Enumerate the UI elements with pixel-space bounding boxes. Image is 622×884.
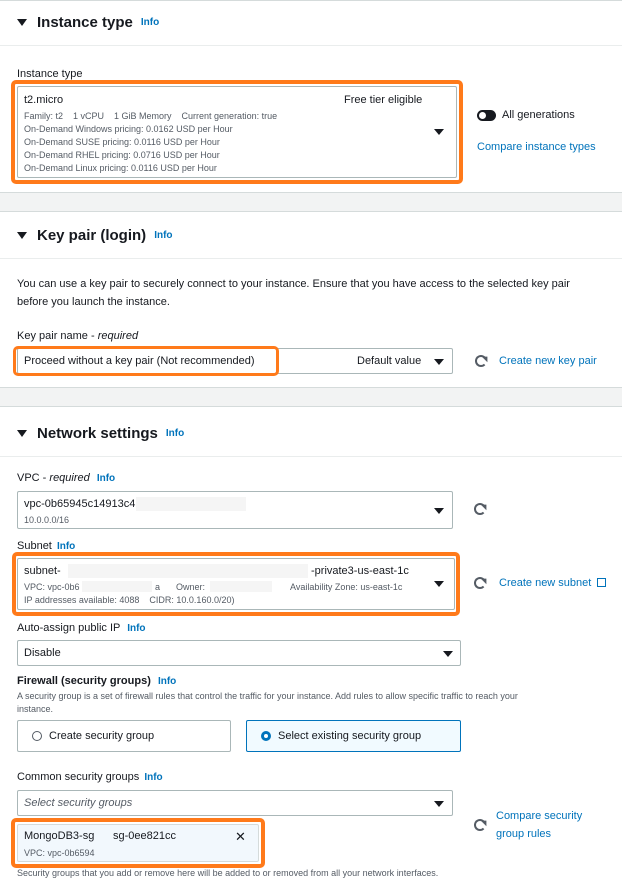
vpc-cidr: 10.0.0.0/16 [24,515,70,525]
firewall-label: Firewall (security groups) Info [17,675,176,687]
vpc-value: vpc-0b65945c14913c4 [24,498,136,510]
redacted-area [136,497,246,511]
chevron-down-icon[interactable] [434,508,444,514]
chevron-down-icon[interactable] [443,651,453,657]
create-security-group-option[interactable]: Create security group [17,720,231,752]
subnet-field-label: Subnet Info [17,540,75,552]
vpc-info-link[interactable]: Info [97,473,115,484]
compare-security-group-rules-link-2[interactable]: group rules [496,828,551,840]
auto-assign-ip-value: Disable [24,647,61,659]
collapse-triangle-icon[interactable] [17,231,27,239]
auto-assign-ip-info-link[interactable]: Info [127,623,145,634]
all-generations-toggle[interactable] [477,110,496,121]
auto-assign-ip-label-text: Auto-assign public IP [17,622,121,634]
network-settings-info-link[interactable]: Info [166,428,184,439]
instance-type-field-label: Instance type [17,68,83,80]
refresh-icon[interactable] [474,819,486,831]
key-pair-description: You can use a key pair to securely conne… [17,278,570,290]
security-groups-footer-note: Security groups that you add or remove h… [17,868,439,878]
radio-selected[interactable] [261,731,271,741]
vpc-select[interactable]: vpc-0b65945c14913c4 10.0.0.0/16 [17,491,453,529]
instance-type-title: Instance type [37,13,133,31]
subnet-label-text: Subnet [17,540,52,552]
firewall-description: A security group is a set of firewall ru… [17,691,518,701]
refresh-icon[interactable] [474,503,486,515]
all-generations-label: All generations [502,109,575,121]
collapse-triangle-icon[interactable] [17,18,27,26]
collapse-triangle-icon[interactable] [17,429,27,437]
key-pair-label-text: Key pair name - [17,330,98,342]
key-pair-header[interactable]: Key pair (login) Info [0,213,622,257]
required-marker: required [49,472,90,484]
highlight-subnet [12,552,460,616]
select-existing-security-group-label: Select existing security group [278,730,422,742]
chevron-down-icon[interactable] [434,801,444,807]
instance-type-info-link[interactable]: Info [141,17,159,28]
highlight-instance-type [11,80,463,184]
chevron-down-icon[interactable] [434,359,444,365]
radio-unselected[interactable] [32,731,42,741]
network-settings-header[interactable]: Network settings Info [0,411,622,455]
firewall-description-2: instance. [17,704,54,714]
firewall-info-link[interactable]: Info [158,676,176,687]
key-pair-default-value: Default value [357,355,422,367]
create-new-subnet-text[interactable]: Create new subnet [499,577,591,589]
compare-security-group-rules-link[interactable]: Compare security [496,810,582,822]
vpc-label-text: VPC - [17,472,50,484]
common-security-groups-label-text: Common security groups [17,771,140,783]
key-pair-title: Key pair (login) [37,226,147,244]
security-groups-select[interactable]: Select security groups [17,790,453,816]
subnet-info-link[interactable]: Info [57,541,75,552]
key-pair-field-label: Key pair name - required [17,330,138,342]
external-link-icon [597,578,607,587]
key-pair-divider [0,258,622,259]
instance-type-divider [0,45,622,46]
refresh-icon[interactable] [475,355,487,367]
key-pair-info-link[interactable]: Info [154,230,172,241]
firewall-label-text: Firewall (security groups) [17,675,151,687]
instance-type-header[interactable]: Instance type Info [0,0,622,44]
highlight-security-group [11,818,265,868]
select-existing-security-group-option[interactable]: Select existing security group [246,720,461,752]
security-groups-placeholder: Select security groups [24,797,133,809]
create-new-key-pair-link[interactable]: Create new key pair [499,355,597,367]
auto-assign-ip-label: Auto-assign public IP Info [17,622,146,634]
auto-assign-ip-select[interactable]: Disable [17,640,461,666]
common-security-groups-label: Common security groups Info [17,771,163,783]
create-new-subnet-link[interactable]: Create new subnet [499,577,607,589]
common-security-groups-info-link[interactable]: Info [144,772,162,783]
compare-instance-types-link[interactable]: Compare instance types [477,141,596,153]
refresh-icon[interactable] [474,577,486,589]
required-marker: required [97,330,139,342]
vpc-field-label: VPC - required Info [17,472,115,484]
network-divider [0,456,622,457]
key-pair-description-2: before you launch the instance. [17,296,170,308]
network-settings-title: Network settings [37,424,158,442]
highlight-key-pair [13,346,279,376]
create-security-group-label: Create security group [49,730,155,742]
